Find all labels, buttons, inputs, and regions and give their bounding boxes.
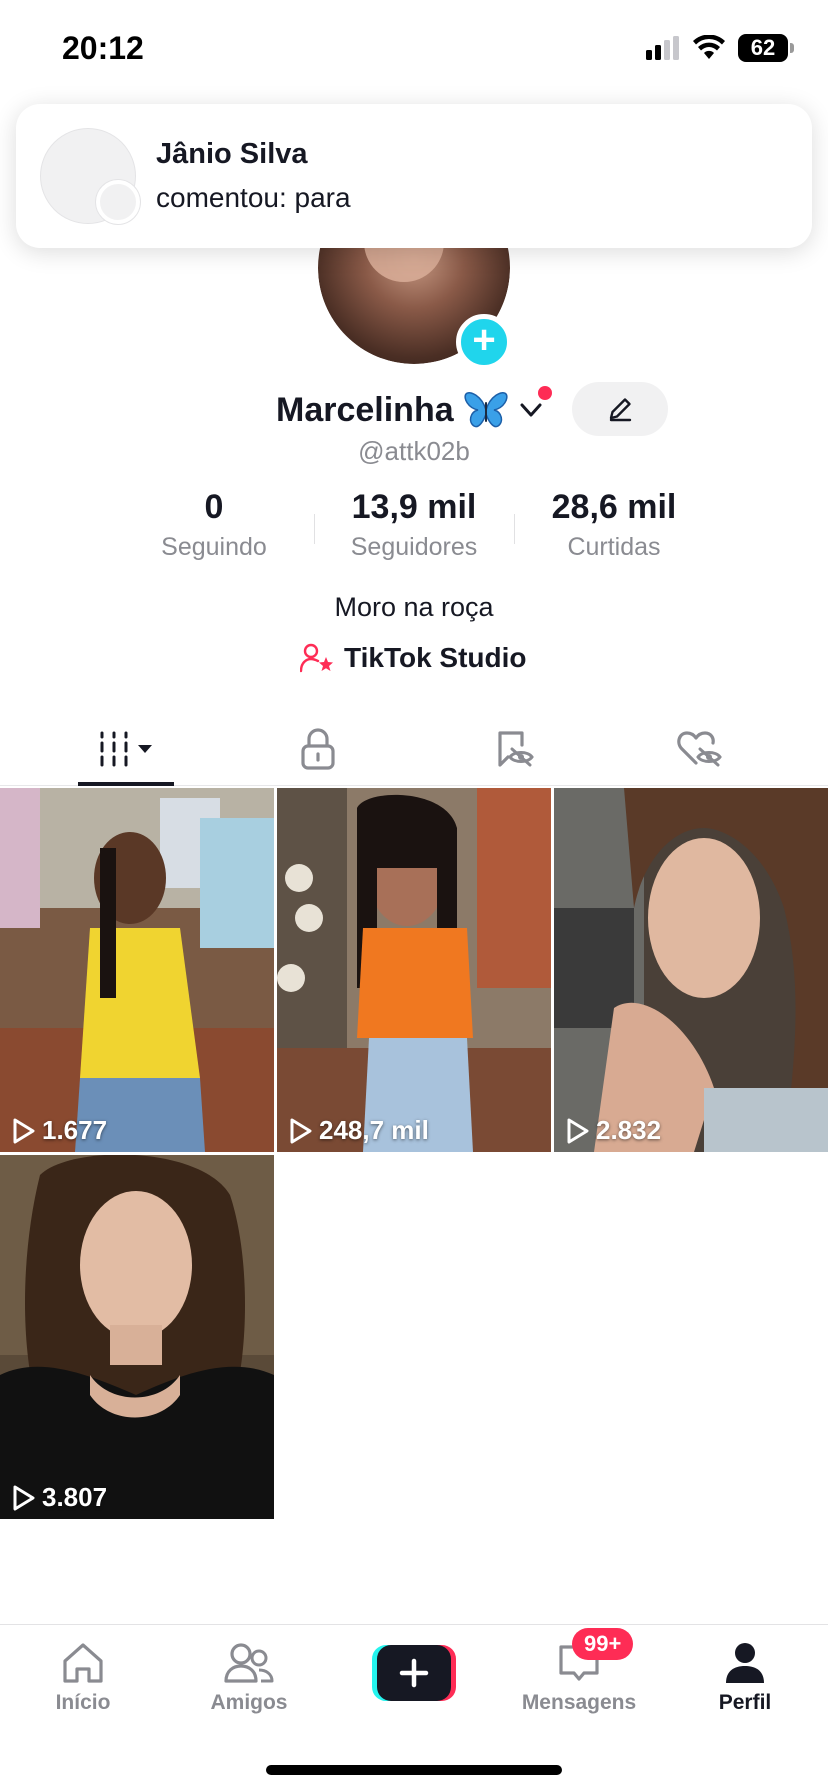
- video-thumbnail-image: [0, 788, 274, 1152]
- tab-saved[interactable]: [410, 712, 617, 786]
- profile-bio: Moro na roça: [334, 592, 494, 622]
- view-count: 3.807: [12, 1482, 107, 1513]
- nav-label: Amigos: [210, 1691, 288, 1714]
- stat-following[interactable]: 0 Seguindo: [124, 488, 304, 562]
- signal-icon: [646, 36, 679, 60]
- profile-icon: [726, 1643, 764, 1683]
- view-count: 1.677: [12, 1115, 107, 1146]
- status-time: 20:12: [62, 30, 144, 66]
- creator-star-icon: [300, 643, 333, 673]
- stat-followers[interactable]: 13,9 mil Seguidores: [324, 488, 504, 562]
- status-bar: 20:12 62: [0, 0, 828, 100]
- tiktok-studio-link[interactable]: TikTok Studio: [300, 642, 527, 674]
- stat-likes[interactable]: 28,6 mil Curtidas: [524, 488, 704, 562]
- stat-value: 13,9 mil: [351, 488, 477, 526]
- home-indicator[interactable]: [266, 1765, 562, 1775]
- view-count-label: 2.832: [596, 1115, 662, 1145]
- grid-icon: [100, 731, 152, 767]
- stat-value: 0: [204, 488, 224, 526]
- video-thumbnail-image: [554, 788, 828, 1152]
- notification-banner[interactable]: Jânio Silva comentou: para: [16, 104, 812, 248]
- nav-profile[interactable]: Perfil: [662, 1641, 828, 1737]
- nav-label: Perfil: [718, 1691, 772, 1714]
- status-icons: 62: [646, 34, 794, 62]
- lock-icon: [300, 728, 335, 770]
- notification-avatar-badge: [96, 180, 140, 224]
- view-count-label: 1.677: [42, 1115, 108, 1145]
- notification-body: comentou: para: [156, 182, 351, 213]
- tiktok-studio-label: TikTok Studio: [344, 642, 527, 673]
- tab-videos[interactable]: [24, 712, 231, 786]
- nav-label: Mensagens: [521, 1691, 637, 1714]
- bookmark-hidden-icon: [497, 731, 534, 767]
- home-icon: [63, 1643, 103, 1683]
- wifi-icon: [693, 35, 725, 59]
- view-count-label: 3.807: [42, 1482, 108, 1512]
- stat-divider: [514, 514, 515, 544]
- view-count: 248,7 mil: [289, 1115, 429, 1146]
- battery-icon: 62: [738, 34, 794, 62]
- stat-value: 28,6 mil: [551, 488, 677, 526]
- play-icon: [567, 1118, 589, 1143]
- tab-private[interactable]: [214, 712, 421, 786]
- profile-name: Marcelinha: [276, 390, 454, 429]
- notification-title: Jânio Silva: [156, 138, 308, 170]
- create-button[interactable]: [372, 1645, 456, 1701]
- video-thumbnail[interactable]: 3.807: [0, 1155, 274, 1519]
- stat-label: Seguidores: [350, 533, 478, 561]
- friends-icon: [224, 1643, 274, 1683]
- play-icon: [13, 1485, 35, 1510]
- inbox-badge: 99+: [572, 1628, 634, 1660]
- nav-home[interactable]: Início: [0, 1641, 166, 1737]
- profile-tabs: [0, 712, 828, 786]
- profile-name-row[interactable]: Marcelinha: [276, 384, 544, 436]
- video-thumbnail-image: [0, 1155, 274, 1519]
- chevron-down-icon[interactable]: [518, 397, 544, 423]
- active-tab-indicator: [78, 782, 174, 786]
- video-thumbnail[interactable]: 2.832: [554, 788, 828, 1152]
- pencil-icon: [609, 398, 632, 422]
- play-icon: [290, 1118, 312, 1143]
- edit-profile-button[interactable]: [572, 382, 668, 436]
- stat-divider: [314, 514, 315, 544]
- view-count-label: 248,7 mil: [319, 1115, 429, 1145]
- stat-label: Seguindo: [161, 533, 267, 561]
- video-thumbnail-image: [277, 788, 551, 1152]
- heart-hidden-icon: [676, 731, 722, 767]
- stat-label: Curtidas: [567, 533, 661, 561]
- nav-label: Início: [55, 1691, 111, 1714]
- add-story-button[interactable]: +: [456, 314, 512, 370]
- nav-friends[interactable]: Amigos: [166, 1641, 332, 1737]
- tab-liked[interactable]: [596, 712, 803, 786]
- butterfly-icon: [464, 392, 508, 428]
- video-thumbnail[interactable]: 1.677: [0, 788, 274, 1152]
- play-icon: [13, 1118, 35, 1143]
- account-notification-dot: [538, 386, 552, 400]
- view-count: 2.832: [566, 1115, 661, 1146]
- profile-handle: @attk02b: [358, 436, 470, 466]
- profile-stats: 0 Seguindo 13,9 mil Seguidores 28,6 mil …: [0, 488, 828, 568]
- video-thumbnail[interactable]: 248,7 mil: [277, 788, 551, 1152]
